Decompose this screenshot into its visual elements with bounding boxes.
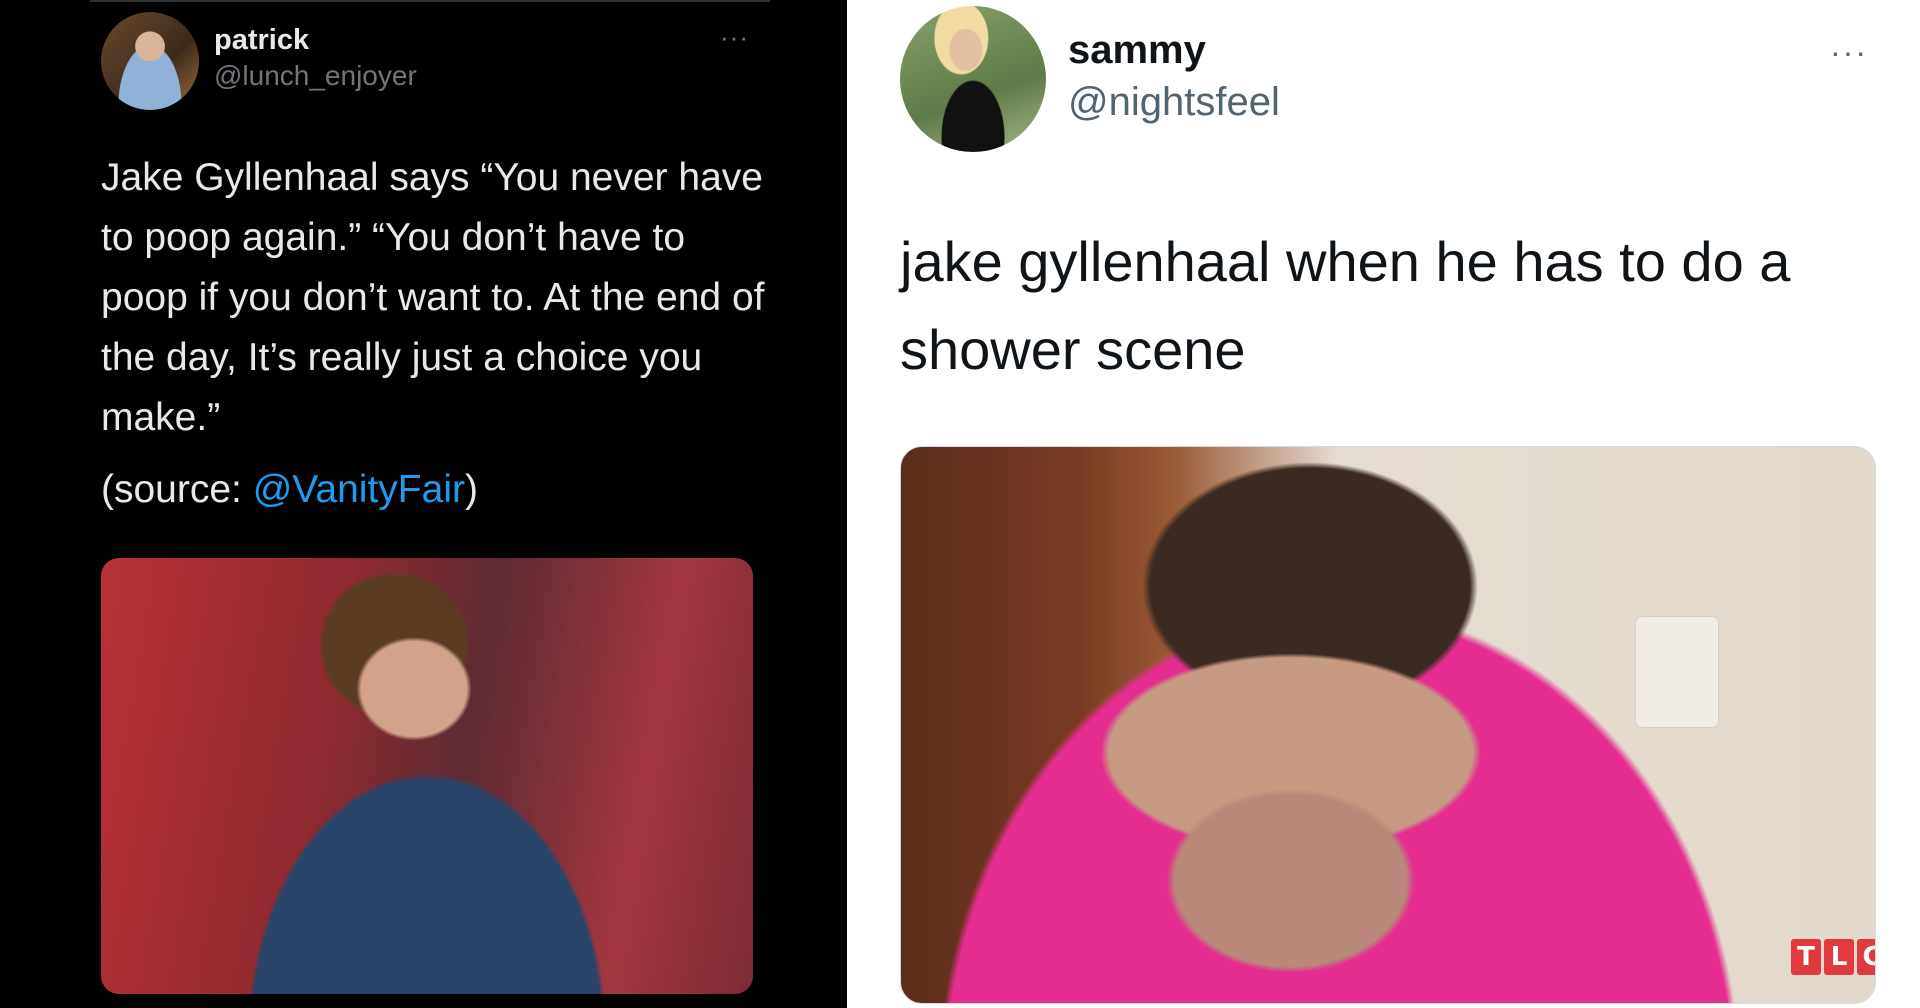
tweet-photo[interactable]: T L C — [900, 446, 1876, 1004]
logo-letter: T — [1791, 939, 1821, 975]
avatar[interactable] — [101, 12, 199, 110]
divider-line — [90, 0, 770, 2]
tweet-text: Jake Gyllenhaal says “You never have to … — [101, 156, 765, 439]
tweet-text: jake gyllenhaal when he has to do a show… — [900, 230, 1791, 381]
display-name[interactable]: sammy — [1068, 28, 1206, 73]
tlc-logo: T L C — [1791, 939, 1875, 975]
mention-link[interactable]: @VanityFair — [253, 468, 465, 511]
tweet-photo[interactable] — [101, 558, 753, 994]
user-handle[interactable]: @nightsfeel — [1068, 80, 1280, 125]
source-suffix: ) — [464, 468, 478, 511]
logo-letter: L — [1824, 939, 1854, 975]
avatar[interactable] — [900, 6, 1046, 152]
user-handle[interactable]: @lunch_enjoyer — [214, 60, 417, 92]
right-tweet: sammy @nightsfeel ··· jake gyllenhaal wh… — [850, 0, 1920, 1008]
logo-letter: C — [1857, 939, 1875, 975]
source-prefix: (source: — [101, 468, 253, 511]
light-switch — [1636, 617, 1718, 727]
display-name[interactable]: patrick — [214, 24, 309, 57]
left-tweet: patrick @lunch_enjoyer ··· Jake Gyllenha… — [0, 0, 847, 1008]
tweet-source: (source: @VanityFair) — [101, 462, 478, 518]
more-options-icon[interactable]: ··· — [720, 22, 749, 53]
more-options-icon[interactable]: ··· — [1830, 34, 1868, 71]
